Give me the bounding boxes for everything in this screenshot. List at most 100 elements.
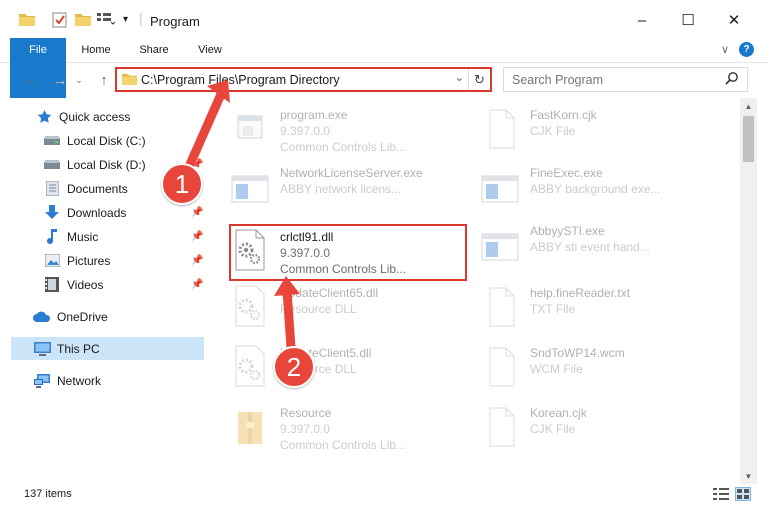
help-icon[interactable]: ?	[739, 42, 754, 57]
address-path[interactable]: C:\Program Files\Program Directory	[141, 73, 340, 87]
vertical-scrollbar[interactable]: ▲ ▼	[740, 98, 757, 484]
search-input[interactable]	[512, 71, 712, 89]
up-button[interactable]: ↑	[93, 70, 115, 90]
file-item[interactable]: Resource 9.397.0.0 Common Controls Lib..…	[220, 398, 465, 458]
dll-icon	[230, 344, 270, 390]
file-item[interactable]: SndToWP14.wcm WCM File	[470, 338, 715, 398]
tab-home[interactable]: Home	[72, 38, 120, 62]
sidebar-item-label: This PC	[57, 341, 100, 356]
file-version: 9.397.0.0	[280, 422, 331, 436]
search-box[interactable]	[503, 67, 748, 92]
window-exe-icon	[480, 222, 520, 268]
file-description: Common Controls Lib...	[280, 140, 407, 154]
maximize-button[interactable]: ☐	[665, 0, 711, 40]
new-folder-icon[interactable]	[75, 12, 91, 26]
sidebar-item-label: Network	[57, 373, 102, 388]
window-exe-icon	[480, 164, 520, 210]
scroll-down-icon[interactable]: ▼	[740, 468, 757, 484]
file-description: ABBY sti event hand...	[530, 240, 650, 254]
download-icon	[43, 205, 61, 221]
view-options-icon[interactable]	[97, 12, 115, 26]
tiles-view-icon[interactable]	[735, 487, 751, 501]
status-bar: 137 items	[0, 484, 769, 506]
file-item[interactable]: NetworkLicenseServer.exe ABBY network li…	[220, 158, 465, 218]
blank-file-icon	[480, 404, 520, 450]
sidebar-item-videos[interactable]: Videos	[43, 273, 103, 296]
computer-icon	[33, 341, 51, 357]
sidebar-item-label: Local Disk (C:)	[67, 133, 146, 148]
file-type: WCM File	[530, 362, 583, 376]
documents-icon	[43, 181, 61, 197]
file-description: ABBY background exe...	[530, 182, 661, 196]
step-badge-2: 2	[273, 346, 315, 388]
sidebar-item-local-disk-c[interactable]: Local Disk (C:)	[43, 129, 146, 152]
properties-icon[interactable]	[52, 12, 68, 28]
archive-icon	[230, 404, 270, 450]
details-view-icon[interactable]	[713, 487, 729, 504]
file-name: AbbyySTI.exe	[530, 224, 605, 238]
ribbon-expand-icon[interactable]: ∨	[716, 38, 734, 62]
tab-share[interactable]: Share	[130, 38, 178, 62]
file-item[interactable]: UpdateClient65.dll Resource DLL	[220, 278, 465, 338]
sidebar-item-network[interactable]: Network	[33, 369, 101, 392]
file-name: UpdateClient65.dll	[280, 286, 379, 300]
sidebar-item-local-disk-d[interactable]: Local Disk (D:)	[43, 153, 146, 176]
address-bar[interactable]: C:\Program Files\Program Directory ⌄ ↻	[115, 67, 492, 92]
customize-toolbar-icon[interactable]: ▾	[123, 14, 128, 25]
item-count: 137 items	[24, 488, 72, 500]
navigation-pane: Quick access Local Disk (C:) Local Disk …	[0, 100, 205, 480]
file-item[interactable]: AbbyySTI.exe ABBY sti event hand...	[470, 216, 715, 276]
dll-icon	[230, 284, 270, 330]
file-item[interactable]: FastKorn.cjk CJK File	[470, 100, 715, 160]
file-name: FineExec.exe	[530, 166, 603, 180]
file-name: NetworkLicenseServer.exe	[280, 166, 423, 180]
pin-icon[interactable]: 📌	[191, 207, 203, 218]
chevron-down-icon[interactable]: ⌄	[455, 71, 464, 84]
pin-icon[interactable]: 📌	[191, 255, 203, 266]
file-type: CJK File	[530, 124, 576, 138]
sidebar-item-music[interactable]: Music	[43, 225, 98, 248]
step-badge-1: 1	[161, 163, 203, 205]
sidebar-item-quick-access[interactable]: Quick access	[35, 105, 130, 128]
sidebar-item-documents[interactable]: Documents	[43, 177, 128, 200]
refresh-button[interactable]: ↻	[468, 69, 490, 90]
scrollbar-thumb[interactable]	[743, 116, 754, 162]
blank-file-icon	[480, 106, 520, 152]
sidebar-item-this-pc[interactable]: This PC	[11, 337, 204, 360]
sidebar-item-label: Videos	[67, 277, 104, 292]
file-item[interactable]: UpdateClient5.dll Resource DLL	[220, 338, 465, 398]
recent-locations-icon[interactable]: ⌄	[72, 70, 86, 90]
file-item[interactable]: help.fineReader.txt TXT File	[470, 278, 715, 338]
file-item[interactable]: program.exe 9.397.0.0 Common Controls Li…	[220, 100, 465, 160]
close-button[interactable]: ✕	[711, 0, 757, 40]
file-type: TXT File	[530, 302, 576, 316]
folder-icon[interactable]	[19, 12, 35, 26]
sidebar-item-label: Music	[67, 229, 99, 244]
file-item[interactable]: Korean.cjk CJK File	[470, 398, 715, 458]
minimize-button[interactable]: –	[619, 0, 665, 40]
sidebar-item-downloads[interactable]: Downloads	[43, 201, 126, 224]
star-icon	[35, 109, 53, 125]
file-name: help.fineReader.txt	[530, 286, 631, 300]
drive-icon	[43, 157, 61, 173]
sidebar-item-pictures[interactable]: Pictures	[43, 249, 110, 272]
window-title: Program	[150, 14, 200, 29]
videos-icon	[43, 277, 61, 293]
scroll-up-icon[interactable]: ▲	[740, 98, 757, 114]
pin-icon[interactable]: 📌	[191, 231, 203, 242]
file-item[interactable]: FineExec.exe ABBY background exe...	[470, 158, 715, 218]
file-name: Korean.cjk	[530, 406, 587, 420]
pin-icon[interactable]: 📌	[191, 279, 203, 290]
back-button[interactable]: ←	[20, 70, 42, 90]
titlebar-divider: |	[139, 10, 143, 26]
highlight-box	[229, 224, 467, 281]
file-description: Resource DLL	[280, 302, 357, 316]
tab-view[interactable]: View	[186, 38, 234, 62]
sidebar-item-onedrive[interactable]: OneDrive	[33, 305, 108, 328]
search-icon[interactable]	[725, 71, 739, 88]
ribbon: File Home Share View ∨ ?	[0, 38, 769, 98]
sidebar-item-label: Downloads	[67, 205, 127, 220]
folder-icon	[122, 72, 137, 88]
sidebar-item-label: Documents	[67, 181, 128, 196]
forward-button[interactable]: →	[49, 70, 71, 90]
